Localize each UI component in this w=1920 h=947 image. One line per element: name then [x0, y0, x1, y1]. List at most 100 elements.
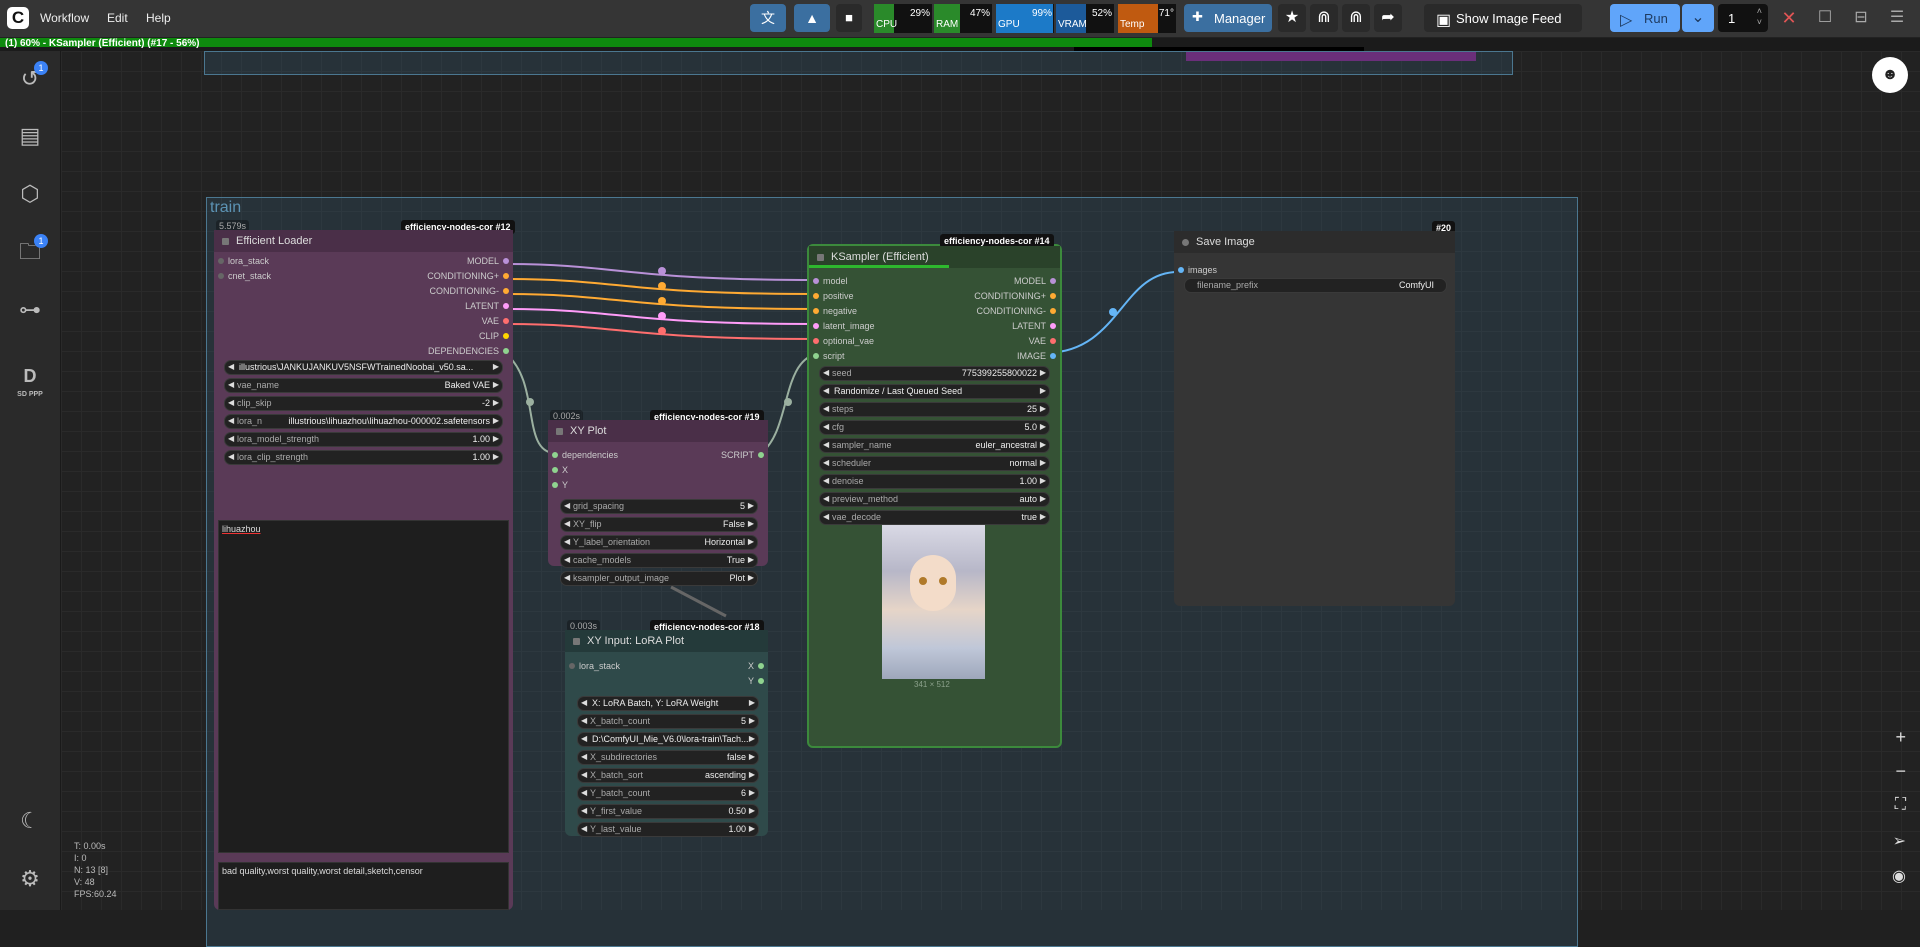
positive-prompt-textarea[interactable]: lihuazhou: [218, 520, 509, 853]
fit-view-icon[interactable]: ⛶: [1895, 796, 1906, 814]
filename-prefix-widget[interactable]: filename_prefix ComfyUI: [1184, 278, 1447, 293]
node-header[interactable]: KSampler (Efficient): [809, 246, 1060, 268]
model-alt-icon[interactable]: ⋒: [1342, 4, 1370, 32]
output-slot-clip[interactable]: CLIP: [479, 331, 509, 341]
zoom-in-icon[interactable]: +: [1895, 727, 1906, 748]
output-slot-conditioning-[interactable]: CONDITIONING-: [430, 286, 509, 296]
output-slot-latent[interactable]: LATENT: [465, 301, 509, 311]
xyinput-widget-X_batch_sort[interactable]: ◀ ▶ X_batch_sort ascending: [577, 768, 759, 783]
menu-help[interactable]: Help: [146, 11, 171, 25]
theme-toggle-icon[interactable]: ☾: [15, 806, 45, 836]
output-slot-conditioning+[interactable]: CONDITIONING+: [427, 271, 509, 281]
input-slot-y[interactable]: Y: [552, 480, 568, 490]
efficient-loader-node[interactable]: 5.579s efficiency-nodes-cor #12 Efficien…: [214, 220, 515, 910]
run-options-chevron-icon[interactable]: ⌄: [1682, 4, 1714, 32]
crystools-icon[interactable]: ▲: [794, 4, 830, 32]
output-slot-model[interactable]: MODEL: [1014, 276, 1056, 286]
loader-widget-lora_model_strength[interactable]: ◀ ▶ lora_model_strength 1.00: [224, 432, 503, 447]
star-icon[interactable]: ★: [1278, 4, 1306, 32]
xyinput-widget-Y_last_value[interactable]: ◀ ▶ Y_last_value 1.00: [577, 822, 759, 837]
queue-count-input[interactable]: 1 ˄ ˅: [1718, 4, 1768, 32]
show-image-feed-button[interactable]: ▣ Show Image Feed: [1424, 4, 1582, 32]
cancel-icon[interactable]: ✕: [1778, 4, 1800, 32]
loader-widget-clip_skip[interactable]: ◀ ▶ clip_skip -2: [224, 396, 503, 411]
output-slot-model[interactable]: MODEL: [467, 256, 509, 266]
input-slot-optional_vae[interactable]: optional_vae: [813, 336, 874, 346]
toggle-links-eye-icon[interactable]: ◉: [1892, 866, 1906, 886]
output-slot-x[interactable]: X: [748, 661, 764, 671]
input-slot-dependencies[interactable]: dependencies: [552, 450, 618, 460]
run-button[interactable]: ▷ Run: [1610, 4, 1680, 32]
zoom-out-icon[interactable]: −: [1895, 761, 1906, 782]
ksampler-efficient-node[interactable]: efficiency-nodes-cor #14 KSampler (Effic…: [807, 234, 1062, 748]
manager-button[interactable]: ✚ Manager: [1184, 4, 1272, 32]
ksampler-widget-vae_decode[interactable]: ◀ ▶ vae_decode true: [819, 510, 1050, 525]
sd-ppp-icon[interactable]: D SD PPP: [15, 361, 45, 398]
node-header[interactable]: Efficient Loader: [214, 230, 513, 252]
xy-plot-node[interactable]: 0.002s efficiency-nodes-cor #19 XY Plot …: [548, 410, 768, 586]
loader-widget-lora_n[interactable]: ◀ ▶ lora_n illustrious\lihuazhou\lihuazhou-…: [224, 414, 503, 429]
output-slot-vae[interactable]: VAE: [482, 316, 509, 326]
ksampler-widget-seed-control[interactable]: ◀ ▶ Randomize / Last Queued Seed: [819, 384, 1050, 399]
translate-icon[interactable]: 文: [750, 4, 786, 32]
xyinput-widget-Y_first_value[interactable]: ◀ ▶ Y_first_value 0.50: [577, 804, 759, 819]
menu-workflow[interactable]: Workflow: [40, 11, 89, 25]
xyplot-widget-Y_label_orientation[interactable]: ◀ ▶ Y_label_orientation Horizontal: [560, 535, 758, 550]
input-slot-lora-stack[interactable]: lora_stack: [569, 661, 620, 671]
output-slot-y[interactable]: Y: [748, 676, 764, 686]
ksampler-widget-scheduler[interactable]: ◀ ▶ scheduler normal: [819, 456, 1050, 471]
bookmark-icon[interactable]: ■: [836, 4, 862, 32]
ksampler-widget-denoise[interactable]: ◀ ▶ denoise 1.00: [819, 474, 1050, 489]
xyplot-widget-XY_flip[interactable]: ◀ ▶ XY_flip False: [560, 517, 758, 532]
node-header[interactable]: XY Input: LoRA Plot: [565, 630, 768, 652]
input-slot-images[interactable]: images: [1178, 265, 1217, 275]
input-slot-positive[interactable]: positive: [813, 291, 854, 301]
output-slot-script[interactable]: SCRIPT: [721, 450, 764, 460]
ksampler-widget-steps[interactable]: ◀ ▶ steps 25: [819, 402, 1050, 417]
input-slot-lora_stack[interactable]: lora_stack: [218, 256, 269, 266]
output-slot-latent[interactable]: LATENT: [1012, 321, 1056, 331]
xyinput-widget-X_subdirectories[interactable]: ◀ ▶ X_subdirectories false: [577, 750, 759, 765]
model-library-icon[interactable]: ⬡: [15, 179, 45, 209]
node-library-icon[interactable]: ▤: [15, 121, 45, 151]
input-slot-x[interactable]: X: [552, 465, 568, 475]
input-slot-model[interactable]: model: [813, 276, 848, 286]
output-slot-image[interactable]: IMAGE: [1017, 351, 1056, 361]
node-header[interactable]: XY Plot: [548, 420, 768, 442]
loader-widget-ckpt[interactable]: ◀ ▶ illustrious\JANKUJANKUV5NSFWTrainedNoo…: [224, 360, 503, 375]
ksampler-widget-seed[interactable]: ◀ ▶ seed 775399255800022: [819, 366, 1050, 381]
xyplot-widget-grid_spacing[interactable]: ◀ ▶ grid_spacing 5: [560, 499, 758, 514]
ksampler-widget-sampler_name[interactable]: ◀ ▶ sampler_name euler_ancestral: [819, 438, 1050, 453]
assistant-avatar-icon[interactable]: ☻: [1872, 57, 1908, 93]
xyinput-widget-Y_batch_count[interactable]: ◀ ▶ Y_batch_count 6: [577, 786, 759, 801]
negative-prompt-textarea[interactable]: bad quality,worst quality,worst detail,s…: [218, 862, 509, 910]
menu-edit[interactable]: Edit: [107, 11, 128, 25]
xyinput-widget-row2[interactable]: ◀ ▶ D:\ComfyUI_Mie_V6.0\lora-train\Tach...: [577, 732, 759, 747]
loader-widget-vae_name[interactable]: ◀ ▶ vae_name Baked VAE: [224, 378, 503, 393]
xy-input-lora-plot-node[interactable]: 0.003s efficiency-nodes-cor #18 XY Input…: [565, 620, 768, 837]
queue-history-icon[interactable]: ↺ 1: [15, 61, 48, 94]
ksampler-widget-preview_method[interactable]: ◀ ▶ preview_method auto: [819, 492, 1050, 507]
bottom-panel-icon[interactable]: ⊟: [1850, 4, 1872, 32]
workflows-folder-icon[interactable]: 🗀 1: [15, 234, 48, 267]
output-slot-conditioning+[interactable]: CONDITIONING+: [974, 291, 1056, 301]
loader-widget-lora_clip_strength[interactable]: ◀ ▶ lora_clip_strength 1.00: [224, 450, 503, 465]
save-image-node[interactable]: #20 Save Image images filename_prefix Com…: [1174, 221, 1456, 606]
settings-gear-icon[interactable]: ⚙: [15, 864, 45, 894]
hamburger-menu-icon[interactable]: ☰: [1886, 4, 1908, 32]
output-slot-dependencies[interactable]: DEPENDENCIES: [428, 346, 509, 356]
xyinput-widget-X_batch_count[interactable]: ◀ ▶ X_batch_count 5: [577, 714, 759, 729]
xyplot-widget-cache_models[interactable]: ◀ ▶ cache_models True: [560, 553, 758, 568]
output-slot-vae[interactable]: VAE: [1029, 336, 1056, 346]
xyplot-widget-ksampler_output_image[interactable]: ◀ ▶ ksampler_output_image Plot: [560, 571, 758, 586]
input-slot-latent_image[interactable]: latent_image: [813, 321, 875, 331]
input-slot-script[interactable]: script: [813, 351, 845, 361]
preview-image[interactable]: [882, 525, 985, 679]
templates-icon[interactable]: ⊶: [15, 295, 45, 325]
select-mode-icon[interactable]: ➢: [1893, 831, 1906, 851]
node-header[interactable]: Save Image: [1174, 231, 1455, 253]
panel-toggle-icon[interactable]: ☐: [1814, 4, 1836, 32]
graph-canvas[interactable]: train 5.579s efficiency-nodes-cor #12 Ef…: [61, 51, 1920, 947]
model-icon[interactable]: ⋒: [1310, 4, 1338, 32]
input-slot-negative[interactable]: negative: [813, 306, 857, 316]
